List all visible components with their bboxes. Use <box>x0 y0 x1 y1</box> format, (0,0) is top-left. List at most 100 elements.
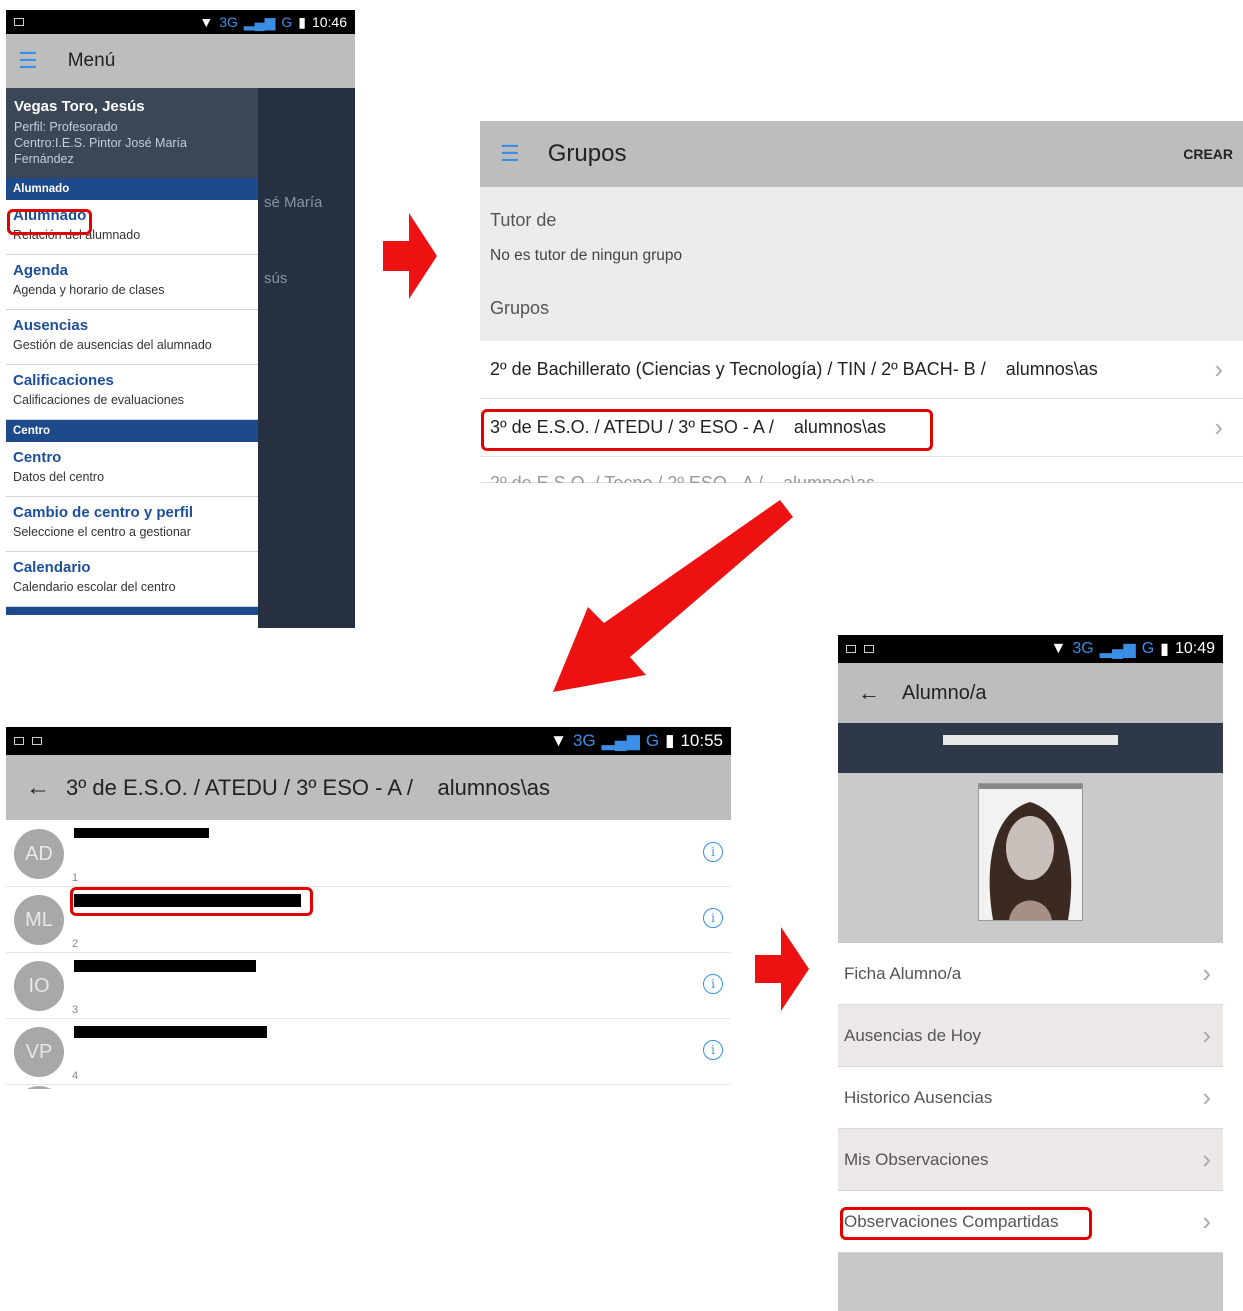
option-label: Ficha Alumno/a <box>844 963 962 983</box>
option-mis-observaciones[interactable]: Mis Observaciones › <box>838 1129 1223 1191</box>
network-label: 3G <box>572 731 596 750</box>
chevron-right-icon: › <box>1202 1206 1211 1236</box>
app-bar: ← Alumno/a <box>838 663 1223 723</box>
menu-item-desc: Seleccione el centro a gestionar <box>13 525 191 539</box>
student-number: 1 <box>72 872 79 884</box>
user-centre-cont: Fernández <box>14 152 74 166</box>
option-historico-ausencias[interactable]: Historico Ausencias › <box>838 1067 1223 1129</box>
group-row[interactable]: 2º de E.S.O. / Tecno / 2º ESO - A / alum… <box>480 457 1243 483</box>
back-arrow-icon[interactable]: ← <box>858 680 880 706</box>
section-header-alumnado: Alumnado <box>6 178 258 200</box>
menu-item-centro[interactable]: Centro Datos del centro <box>6 442 258 497</box>
arrow-right-icon <box>755 927 809 1011</box>
avatar <box>14 1086 64 1089</box>
mail-icon <box>14 18 24 26</box>
app-bar: ← 3º de E.S.O. / ATEDU / 3º ESO - A / al… <box>6 755 731 820</box>
back-arrow-icon[interactable]: ← <box>26 774 50 802</box>
option-ficha-alumno[interactable]: Ficha Alumno/a › <box>838 943 1223 1005</box>
student-row[interactable] <box>6 1084 731 1089</box>
redacted-name <box>74 828 209 838</box>
option-label: Historico Ausencias <box>844 1087 993 1107</box>
network-label-2: G <box>645 731 660 750</box>
hamburger-icon[interactable]: ☰ <box>18 48 38 74</box>
student-name-bar <box>838 723 1223 773</box>
image-icon <box>864 645 874 653</box>
section-header-more <box>6 607 258 615</box>
battery-icon: ▮ <box>665 731 675 750</box>
chevron-right-icon: › <box>1202 1144 1211 1174</box>
menu-item-desc: Datos del centro <box>13 470 105 484</box>
student-row[interactable]: VP 4 i <box>6 1018 731 1085</box>
student-photo <box>978 783 1083 921</box>
info-icon[interactable]: i <box>703 974 723 994</box>
chevron-right-icon: › <box>1202 1020 1211 1050</box>
arrow-right-icon <box>383 213 437 299</box>
menu-item-calificaciones[interactable]: Calificaciones Calificaciones de evaluac… <box>6 365 258 420</box>
redacted-name <box>74 960 256 972</box>
group-row[interactable]: 2º de Bachillerato (Ciencias y Tecnologí… <box>480 341 1243 399</box>
option-label: Ausencias de Hoy <box>844 1025 982 1045</box>
app-bar: ☰ Menú <box>6 34 355 88</box>
user-profile: Perfil: Profesorado <box>14 120 118 134</box>
user-centre: Centro:I.E.S. Pintor José María <box>14 136 187 150</box>
redacted-name <box>943 735 1118 745</box>
group-label: 2º de Bachillerato (Ciencias y Tecnologí… <box>490 359 1098 379</box>
menu-item-title: Agenda <box>13 262 69 279</box>
menu-item-title: Ausencias <box>13 317 89 334</box>
student-list-screen: ▼ 3G ▂▄▆ G ▮ 10:55 ← 3º de E.S.O. / ATED… <box>6 727 731 1089</box>
menu-item-agenda[interactable]: Agenda Agenda y horario de clases <box>6 255 258 310</box>
group-label: 2º de E.S.O. / Tecno / 2º ESO - A / alum… <box>490 473 876 483</box>
status-bar: ▼ 3G ▂▄▆ G ▮ 10:49 <box>838 635 1223 663</box>
status-bar: ▼ 3G ▂▄▆ G ▮ 10:46 <box>6 10 355 34</box>
student-row[interactable]: IO 3 i <box>6 952 731 1019</box>
menu-item-desc: Calificaciones de evaluaciones <box>13 393 184 407</box>
menu-screen: ▼ 3G ▂▄▆ G ▮ 10:46 ☰ Menú sé María sús V… <box>6 10 355 628</box>
option-ausencias-hoy[interactable]: Ausencias de Hoy › <box>838 1005 1223 1067</box>
menu-item-title: Cambio de centro y perfil <box>13 504 194 521</box>
student-number: 2 <box>72 938 79 950</box>
create-button[interactable]: CREAR <box>1183 146 1233 162</box>
info-icon[interactable]: i <box>703 908 723 928</box>
network-label: 3G <box>1072 640 1094 657</box>
signal-icon: ▂▄▆ <box>1099 641 1136 658</box>
highlight-box <box>840 1207 1092 1240</box>
menu-item-desc: Calendario escolar del centro <box>13 580 176 594</box>
menu-item-title: Calificaciones <box>13 372 114 389</box>
portrait-icon <box>979 784 1082 920</box>
student-detail-screen: ▼ 3G ▂▄▆ G ▮ 10:49 ← Alumno/a Ficha Alum… <box>838 635 1223 1311</box>
user-name: Vegas Toro, Jesús <box>14 98 145 115</box>
app-bar-title: Grupos <box>547 140 627 167</box>
avatar: AD <box>14 829 64 879</box>
student-number: 3 <box>72 1004 79 1016</box>
network-label-2: G <box>1141 640 1155 657</box>
redacted-name <box>74 1026 267 1038</box>
app-bar-title: 3º de E.S.O. / ATEDU / 3º ESO - A / alum… <box>66 774 550 800</box>
avatar: IO <box>14 961 64 1011</box>
wifi-icon: ▼ <box>1050 640 1067 657</box>
chevron-right-icon: › <box>1202 1082 1211 1112</box>
app-bar-title: Alumno/a <box>902 681 987 704</box>
mail-icon <box>14 737 24 745</box>
hamburger-icon[interactable]: ☰ <box>500 141 520 167</box>
battery-icon: ▮ <box>1160 641 1169 658</box>
highlight-box <box>70 887 313 916</box>
arrow-down-left-icon <box>553 500 793 692</box>
menu-item-calendario[interactable]: Calendario Calendario escolar del centro <box>6 552 258 607</box>
status-bar: ▼ 3G ▂▄▆ G ▮ 10:55 <box>6 727 731 755</box>
chevron-right-icon: › <box>1214 412 1223 442</box>
menu-item-desc: Gestión de ausencias del alumnado <box>13 338 212 352</box>
info-icon[interactable]: i <box>703 842 723 862</box>
menu-item-title: Calendario <box>13 559 91 576</box>
info-icon[interactable]: i <box>703 1040 723 1060</box>
section-header-centro: Centro <box>6 420 258 442</box>
student-row[interactable]: AD 1 i <box>6 820 731 887</box>
option-label: Mis Observaciones <box>844 1149 989 1169</box>
avatar: VP <box>14 1027 64 1077</box>
network-label-2: G <box>281 14 293 30</box>
menu-item-desc: Agenda y horario de clases <box>13 283 165 297</box>
mail-icon <box>846 645 856 653</box>
highlight-box <box>481 409 933 451</box>
menu-item-cambio-centro[interactable]: Cambio de centro y perfil Seleccione el … <box>6 497 258 552</box>
menu-item-ausencias[interactable]: Ausencias Gestión de ausencias del alumn… <box>6 310 258 365</box>
chevron-right-icon: › <box>1214 354 1223 384</box>
